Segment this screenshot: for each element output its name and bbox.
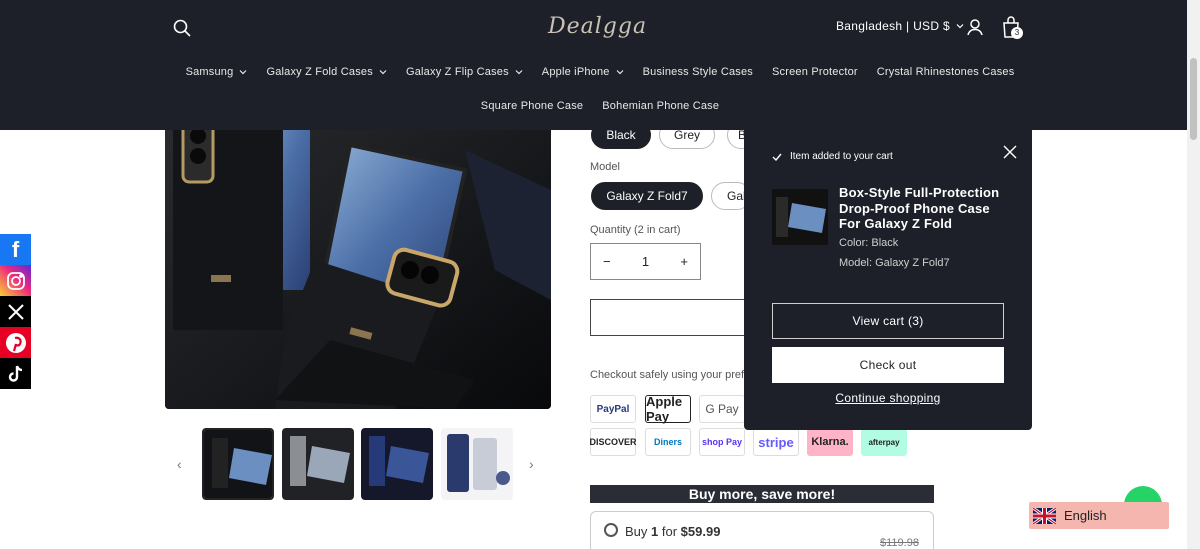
social-share-bar: f bbox=[0, 234, 31, 389]
quantity-value[interactable]: 1 bbox=[642, 254, 649, 269]
scrollbar-thumb[interactable] bbox=[1190, 58, 1197, 140]
shop-pay-icon: shop Pay bbox=[699, 428, 745, 456]
quantity-label: Quantity (2 in cart) bbox=[590, 224, 681, 236]
quantity-minus-button[interactable]: − bbox=[603, 254, 611, 269]
nav-item-screen-protector[interactable]: Screen Protector bbox=[772, 66, 858, 78]
view-cart-button[interactable]: View cart (3) bbox=[772, 303, 1004, 339]
nav-item-label: Galaxy Z Flip Cases bbox=[405, 66, 509, 78]
page-scrollbar[interactable] bbox=[1187, 0, 1200, 549]
afterpay-icon: afterpay bbox=[861, 428, 907, 456]
item-added-message: Item added to your cart bbox=[772, 151, 893, 162]
site-logo[interactable]: Dealgga bbox=[548, 10, 646, 44]
item-added-text: Item added to your cart bbox=[790, 151, 893, 162]
nav-item-galaxy-z-flip-cases[interactable]: Galaxy Z Flip Cases bbox=[406, 66, 523, 78]
pinterest-icon[interactable] bbox=[0, 327, 31, 358]
bundle-radio[interactable] bbox=[604, 523, 618, 537]
bundle-title: Buy more, save more! bbox=[590, 485, 934, 503]
product-photo bbox=[165, 110, 551, 409]
klarna-icon: Klarna. bbox=[807, 428, 853, 456]
thumbnail-1[interactable] bbox=[202, 428, 274, 500]
discover-icon: DISCOVER bbox=[590, 428, 637, 456]
site-header: Dealgga Bangladesh | USD $ 3 Samsung Gala… bbox=[0, 0, 1200, 130]
cart-item-model: Model: Galaxy Z Fold7 bbox=[839, 257, 950, 269]
nav-item-square-phone-case[interactable]: Square Phone Case bbox=[481, 100, 583, 112]
close-icon[interactable] bbox=[1002, 144, 1018, 160]
country-selector[interactable]: Bangladesh | USD $ bbox=[836, 19, 964, 33]
thumbnail-3[interactable] bbox=[361, 428, 433, 500]
chevron-down-icon bbox=[956, 24, 964, 29]
diners-club-icon: Diners bbox=[645, 428, 691, 456]
search-icon[interactable] bbox=[172, 18, 192, 38]
nav-item-label: Apple iPhone bbox=[541, 66, 610, 78]
bundle-option-text: Buy 1 for $59.99 bbox=[625, 524, 720, 539]
country-selector-label: Bangladesh | USD $ bbox=[836, 19, 950, 33]
nav-item-label: Bohemian Phone Case bbox=[602, 100, 720, 112]
bundle-old-price: $119.98 bbox=[880, 537, 919, 549]
tiktok-icon[interactable] bbox=[0, 358, 31, 389]
bundle-price: $59.99 bbox=[680, 524, 721, 539]
apple-pay-icon: Apple Pay bbox=[645, 394, 691, 424]
main-nav-row-1: Samsung Galaxy Z Fold Cases Galaxy Z Flip … bbox=[0, 66, 1200, 78]
bundle-option-1[interactable]: Buy 1 for $59.99 $119.98 bbox=[590, 511, 934, 549]
instagram-icon[interactable] bbox=[0, 265, 31, 296]
nav-item-label: Square Phone Case bbox=[480, 100, 584, 112]
uk-flag-icon bbox=[1033, 507, 1056, 524]
nav-item-samsung[interactable]: Samsung bbox=[186, 66, 248, 78]
language-label: English bbox=[1064, 508, 1107, 523]
paypal-icon: PayPal bbox=[590, 395, 636, 423]
nav-item-label: Samsung bbox=[185, 66, 234, 78]
nav-item-apple-iphone[interactable]: Apple iPhone bbox=[542, 66, 624, 78]
nav-item-label: Business Style Cases bbox=[642, 66, 754, 78]
quantity-stepper: − 1 + bbox=[590, 243, 701, 280]
bundle-prefix: Buy bbox=[625, 524, 652, 539]
language-selector[interactable]: English bbox=[1029, 502, 1169, 529]
continue-shopping-link[interactable]: Continue shopping bbox=[744, 391, 1032, 405]
chevron-down-icon bbox=[379, 70, 387, 75]
product-main-image[interactable] bbox=[165, 110, 551, 409]
thumbnail-2[interactable] bbox=[282, 428, 354, 500]
x-twitter-icon[interactable] bbox=[0, 296, 31, 327]
cart-item-thumbnail bbox=[772, 189, 828, 245]
nav-item-label: Screen Protector bbox=[772, 66, 858, 78]
main-nav-row-2: Square Phone Case Bohemian Phone Case bbox=[0, 100, 1200, 112]
cart-notification-popup: Item added to your cart Box-Style Full-P… bbox=[744, 130, 1032, 430]
model-label: Model bbox=[590, 161, 620, 173]
chevron-right-icon[interactable]: › bbox=[529, 457, 541, 471]
google-pay-icon: G Pay bbox=[699, 395, 745, 423]
chevron-left-icon[interactable]: ‹ bbox=[177, 457, 189, 471]
quantity-plus-button[interactable]: + bbox=[680, 254, 688, 269]
checkmark-icon bbox=[772, 153, 782, 161]
nav-item-bohemian-phone-case[interactable]: Bohemian Phone Case bbox=[602, 100, 719, 112]
bundle-mid: for bbox=[658, 524, 681, 539]
cart-item-title: Box-Style Full-Protection Drop-Proof Pho… bbox=[839, 185, 1000, 231]
stripe-icon: stripe bbox=[753, 428, 799, 456]
chevron-down-icon bbox=[240, 70, 247, 75]
checkout-safely-text: Checkout safely using your prefe bbox=[590, 369, 751, 381]
nav-item-business-style-cases[interactable]: Business Style Cases bbox=[643, 66, 753, 78]
nav-item-crystal-rhinestones-cases[interactable]: Crystal Rhinestones Cases bbox=[877, 66, 1015, 78]
chevron-down-icon bbox=[616, 70, 624, 75]
cart-count-badge: 3 bbox=[1011, 27, 1023, 39]
nav-item-galaxy-z-fold-cases[interactable]: Galaxy Z Fold Cases bbox=[266, 66, 387, 78]
product-thumbnail-row: ‹ › bbox=[165, 428, 551, 502]
cart-item-color: Color: Black bbox=[839, 237, 899, 249]
thumbnail-4[interactable] bbox=[441, 428, 513, 500]
nav-item-label: Galaxy Z Fold Cases bbox=[266, 66, 373, 78]
facebook-icon[interactable]: f bbox=[0, 234, 31, 265]
nav-item-label: Crystal Rhinestones Cases bbox=[876, 66, 1015, 78]
chevron-down-icon bbox=[515, 70, 523, 75]
checkout-button[interactable]: Check out bbox=[772, 347, 1004, 383]
model-option-fold7[interactable]: Galaxy Z Fold7 bbox=[591, 182, 703, 210]
account-icon[interactable] bbox=[965, 17, 985, 37]
